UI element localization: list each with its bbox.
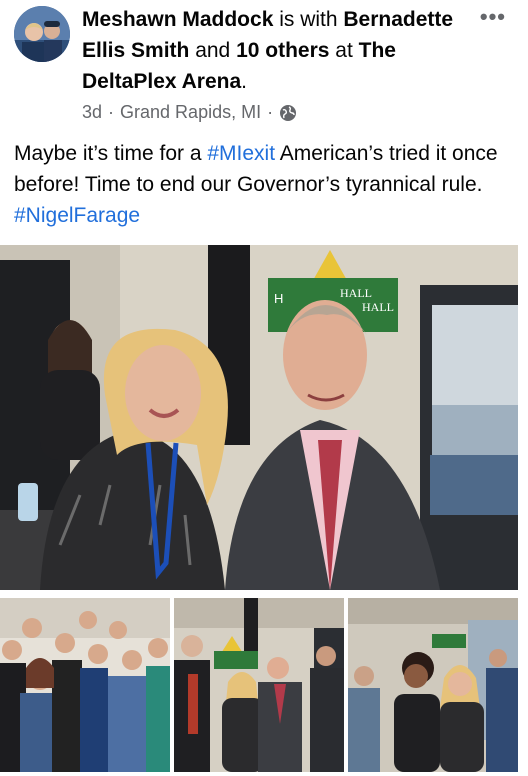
- post-meta: 3d · Grand Rapids, MI ·: [82, 102, 297, 123]
- photo-thumbnail-3[interactable]: [348, 598, 518, 772]
- city[interactable]: Grand Rapids, MI: [120, 102, 261, 123]
- avatar-image: [14, 6, 70, 62]
- facebook-post: Meshawn Maddock is with Bernadette Ellis…: [0, 0, 528, 776]
- hashtag-nigelfarage[interactable]: #NigelFarage: [14, 204, 140, 227]
- timestamp[interactable]: 3d: [82, 102, 102, 123]
- and-text: and: [189, 39, 237, 62]
- post-header: Meshawn Maddock is with Bernadette Ellis…: [14, 4, 514, 126]
- main-photo[interactable]: H HALL HALL: [0, 245, 518, 590]
- meta-separator-2: ·: [267, 102, 274, 122]
- more-options-button[interactable]: •••: [480, 4, 506, 30]
- body-text-1: Maybe it’s time for a: [14, 142, 208, 165]
- period: .: [241, 70, 247, 93]
- with-text: is with: [273, 8, 344, 31]
- photo-thumbnail-1[interactable]: [0, 598, 170, 772]
- author-name[interactable]: Meshawn Maddock: [82, 8, 273, 31]
- sign-prefix: H: [274, 291, 283, 306]
- sign-text-2: HALL: [362, 300, 394, 314]
- tagged-others[interactable]: 10 others: [236, 39, 329, 62]
- sign-text-1: HALL: [340, 286, 372, 300]
- author-avatar[interactable]: [14, 6, 70, 62]
- at-text: at: [329, 39, 359, 62]
- globe-icon: [279, 104, 297, 122]
- hashtag-mlexit[interactable]: #MIexit: [207, 142, 275, 165]
- photo-thumbnail-2[interactable]: [174, 598, 344, 772]
- post-body: Maybe it’s time for a #MIexit American’s…: [14, 138, 514, 231]
- post-header-text: Meshawn Maddock is with Bernadette Ellis…: [82, 4, 482, 97]
- meta-separator: ·: [108, 102, 115, 122]
